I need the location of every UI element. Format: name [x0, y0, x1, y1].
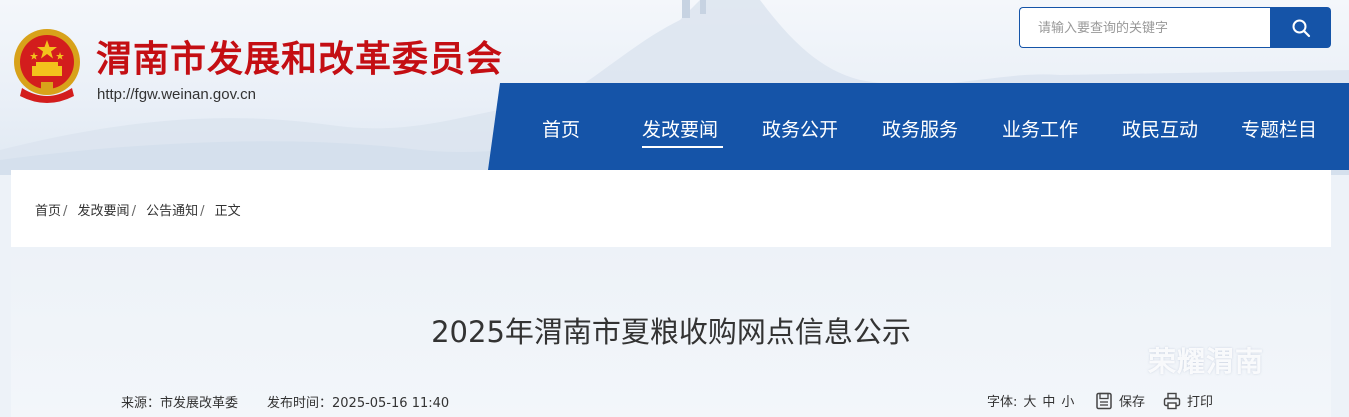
font-size-large[interactable]: 大: [1023, 391, 1036, 410]
breadcrumb-separator: /: [131, 204, 136, 219]
site-title: 渭南市发展和改革委员会: [96, 38, 504, 80]
font-size-medium[interactable]: 中: [1042, 391, 1055, 410]
nav-item-home[interactable]: 首页: [542, 115, 580, 142]
nav-item-gov-open[interactable]: 政务公开: [762, 115, 838, 142]
article-title: 2025年渭南市夏粮收购网点信息公示: [431, 315, 911, 349]
breadcrumb-separator: /: [63, 204, 68, 219]
nav-active-indicator: [642, 146, 723, 148]
save-label: 保存: [1119, 395, 1146, 410]
breadcrumb-separator: /: [200, 204, 205, 219]
nav-item-news[interactable]: 发改要闻: [642, 115, 718, 142]
save-button[interactable]: 保存: [1095, 391, 1145, 410]
print-label: 打印: [1187, 395, 1214, 410]
nav-item-interaction[interactable]: 政民互动: [1122, 115, 1198, 142]
site-url[interactable]: http://fgw.weinan.gov.cn: [97, 86, 256, 103]
search-button[interactable]: [1270, 7, 1331, 48]
header: 渭南市发展和改革委员会 http://fgw.weinan.gov.cn 首页 …: [0, 0, 1349, 175]
main-nav: 首页 发改要闻 政务公开 政务服务 业务工作 政民互动 专题栏目: [488, 83, 1349, 170]
watermark-logo: 荣耀渭南: [1148, 345, 1265, 378]
font-size-label: 字体:: [987, 395, 1018, 410]
save-icon: [1096, 392, 1112, 409]
font-size-small[interactable]: 小: [1061, 391, 1074, 410]
article-source: 来源：市发展改革委: [121, 392, 238, 411]
breadcrumb-current: 正文: [214, 204, 241, 219]
print-button[interactable]: 打印: [1163, 391, 1213, 410]
source-label: 来源：: [121, 396, 161, 411]
breadcrumb-home[interactable]: 首页: [35, 204, 61, 219]
breadcrumb-news[interactable]: 发改要闻: [78, 204, 130, 219]
article-area: 2025年渭南市夏粮收购网点信息公示 来源：市发展改革委 发布时间：2025-0…: [11, 247, 1331, 417]
breadcrumb-panel: 首页 / 发改要闻 / 公告通知 / 正文: [11, 170, 1331, 247]
publish-value: 2025-05-16 11:40: [332, 396, 450, 411]
search-box: [1019, 7, 1271, 49]
breadcrumb: 首页 / 发改要闻 / 公告通知 / 正文: [35, 200, 241, 219]
search-icon: [1292, 19, 1310, 37]
breadcrumb-notices[interactable]: 公告通知: [146, 204, 198, 219]
national-emblem-icon: [14, 29, 80, 103]
source-value: 市发展改革委: [160, 396, 239, 411]
nav-item-gov-service[interactable]: 政务服务: [882, 115, 958, 142]
publish-label: 发布时间：: [267, 396, 333, 411]
search-input[interactable]: [1036, 8, 1270, 49]
nav-item-business[interactable]: 业务工作: [1002, 115, 1078, 142]
font-size-controls: 字体: 大 中 小: [987, 391, 1074, 410]
nav-item-topics[interactable]: 专题栏目: [1241, 115, 1317, 142]
print-icon: [1163, 392, 1181, 409]
article-publish-time: 发布时间：2025-05-16 11:40: [267, 392, 449, 411]
